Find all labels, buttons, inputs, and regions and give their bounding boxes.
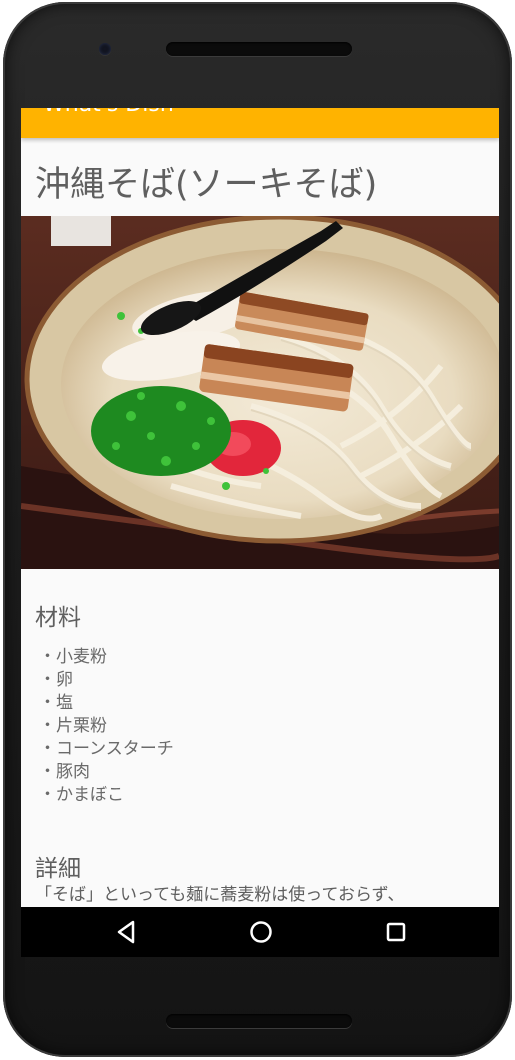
app-bar: What's Dish — [21, 108, 499, 138]
ingredients-list: 小麦粉 卵 塩 片栗粉 コーンスターチ 豚肉 かまぼこ — [39, 646, 174, 807]
details-heading: 詳細 — [35, 856, 81, 882]
front-camera — [99, 43, 111, 55]
ingredient-item: 豚肉 — [39, 761, 174, 784]
ingredient-item: 塩 — [39, 692, 174, 715]
ingredient-item: 片栗粉 — [39, 715, 174, 738]
bottom-speaker — [166, 1014, 352, 1028]
home-circle-icon[interactable] — [246, 917, 276, 947]
screen: What's Dish 沖縄そば(ソーキそば) — [21, 108, 499, 957]
scroll-content[interactable]: 沖縄そば(ソーキそば) 材料 ・ 小麦粉 ・ 卵 ・ 塩 ・ 片栗粉 ・ コーン… — [21, 138, 499, 907]
dish-title: 沖縄そば(ソーキそば) — [35, 165, 378, 205]
ingredient-item: 小麦粉 — [39, 646, 174, 669]
app-title: What's Dish — [43, 108, 174, 117]
system-nav-bar — [21, 907, 499, 957]
dish-photo — [21, 216, 499, 569]
back-triangle-icon[interactable] — [111, 917, 141, 947]
phone-frame: What's Dish 沖縄そば(ソーキそば) — [3, 2, 512, 1057]
details-text: 「そば」といっても麺に蕎麦粉は使っておらず、 — [35, 885, 405, 905]
ingredient-item: 卵 — [39, 669, 174, 692]
earpiece-speaker — [166, 42, 352, 56]
okinawa-soba-photo — [21, 216, 499, 569]
ingredient-item: コーンスターチ — [39, 738, 174, 761]
recent-apps-square-icon[interactable] — [381, 917, 411, 947]
ingredients-heading: 材料 — [35, 605, 81, 631]
ingredient-item: かまぼこ — [39, 784, 174, 807]
